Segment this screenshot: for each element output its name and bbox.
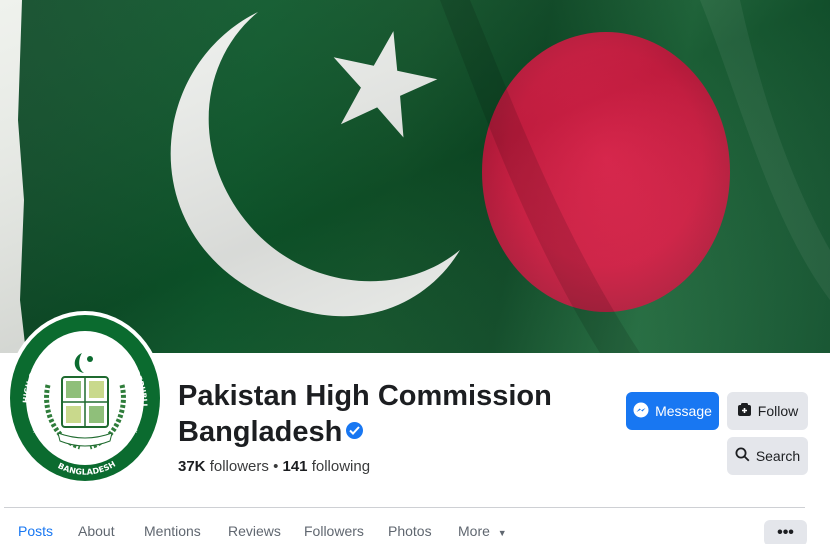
- tab-mentions[interactable]: Mentions: [144, 522, 201, 540]
- messenger-icon: [633, 402, 649, 421]
- followers-count[interactable]: 37K: [178, 458, 206, 475]
- follow-icon: [737, 402, 752, 420]
- header-divider: [4, 507, 805, 508]
- message-button[interactable]: Message: [626, 392, 719, 430]
- svg-text:★: ★: [32, 427, 38, 435]
- page-title-line1: Pakistan High Commission: [178, 380, 552, 412]
- stats-separator: •: [273, 458, 279, 475]
- tab-more-label: More: [458, 523, 490, 539]
- followers-label[interactable]: followers: [210, 458, 269, 475]
- ellipsis-icon: •••: [777, 524, 794, 541]
- tab-followers[interactable]: Followers: [304, 522, 364, 540]
- follow-button-label: Follow: [757, 403, 799, 419]
- page-title-line2: Bangladesh: [178, 416, 343, 448]
- profile-avatar[interactable]: HIGH COMMISSION OF THE ISLAMIC REPUBLIC …: [6, 311, 164, 485]
- tab-more[interactable]: More ▼: [458, 522, 507, 542]
- more-options-button[interactable]: •••: [764, 520, 807, 544]
- tab-photos[interactable]: Photos: [388, 522, 432, 540]
- flags-cover-image: [0, 0, 830, 353]
- follow-button[interactable]: Follow: [727, 392, 808, 430]
- follower-stats: 37K followers • 141 following: [178, 458, 370, 475]
- message-button-label: Message: [655, 403, 712, 419]
- verified-badge-icon: [346, 421, 364, 439]
- following-label[interactable]: following: [312, 458, 370, 475]
- cover-photo[interactable]: [0, 0, 830, 353]
- tab-reviews[interactable]: Reviews: [228, 522, 281, 540]
- svg-text:★: ★: [132, 427, 138, 435]
- search-button[interactable]: Search: [727, 437, 808, 475]
- embassy-seal-logo: HIGH COMMISSION OF THE ISLAMIC REPUBLIC …: [10, 315, 160, 481]
- page-title: Pakistan High Commission Bangladesh: [178, 378, 598, 450]
- following-count[interactable]: 141: [283, 458, 308, 475]
- caret-down-icon: ▼: [497, 528, 507, 538]
- tab-about[interactable]: About: [78, 522, 115, 540]
- search-button-label: Search: [755, 448, 801, 464]
- search-icon: [735, 447, 750, 465]
- tab-posts[interactable]: Posts: [18, 522, 53, 540]
